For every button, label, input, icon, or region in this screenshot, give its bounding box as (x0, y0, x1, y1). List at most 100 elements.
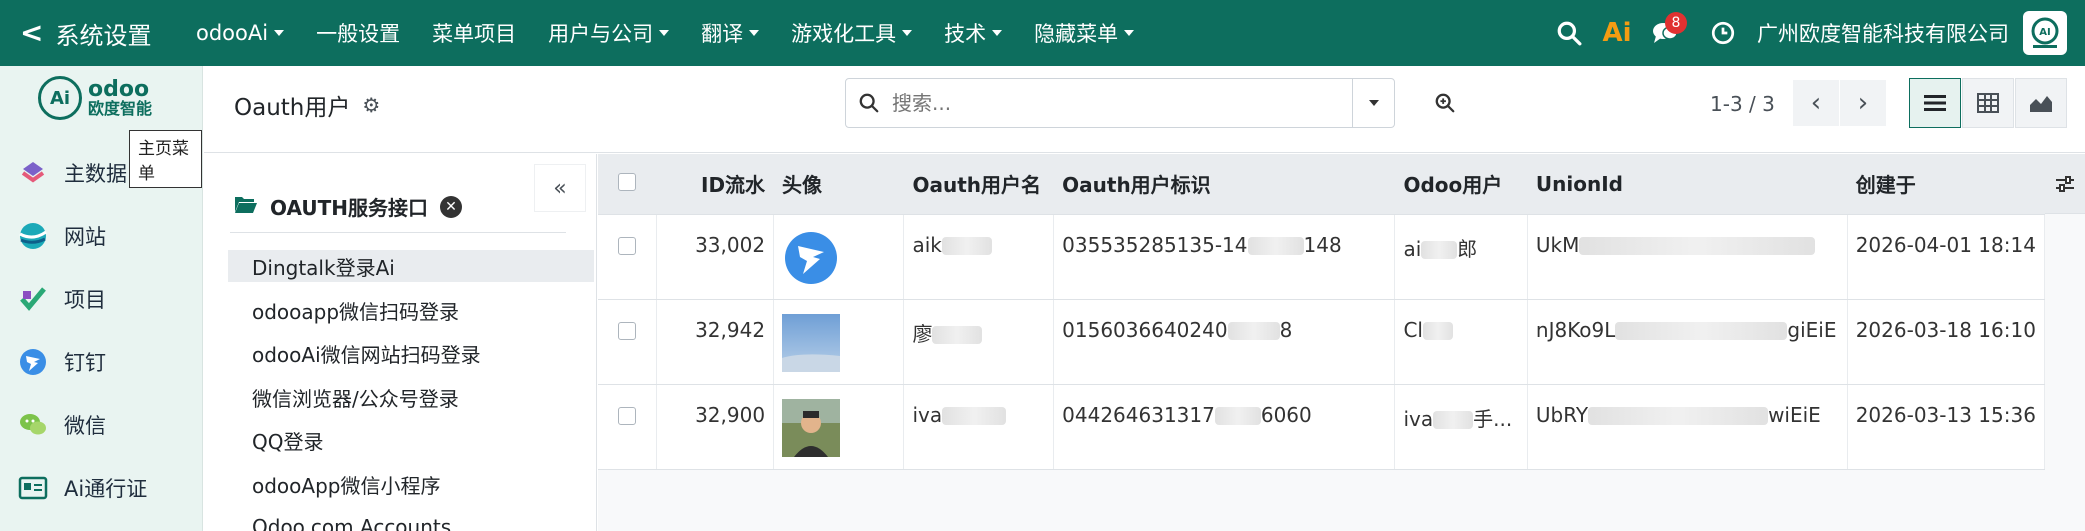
odoo-user-text: ai (1403, 236, 1422, 261)
sky-photo-avatar (782, 313, 841, 372)
select-all-checkbox[interactable] (617, 172, 636, 191)
oauth-name-cell: 廖 (903, 299, 1055, 385)
home-menu-tooltip: 主页菜单 (129, 130, 202, 188)
row-checkbox[interactable] (617, 321, 636, 340)
caret-down-icon (1124, 30, 1135, 36)
column-header-avatar[interactable]: 头像 (773, 154, 905, 215)
search-zoom-button[interactable] (1422, 80, 1468, 126)
search-button[interactable] (1545, 0, 1593, 66)
odoo-user-cell[interactable]: ai 郎 (1394, 214, 1528, 300)
odoo-user-cell[interactable]: Cl (1394, 299, 1528, 385)
filter-item[interactable]: Dingtalk登录Ai (228, 250, 594, 282)
filter-item[interactable]: odooapp微信扫码登录 (228, 294, 594, 326)
column-header-id[interactable]: ID流水 (656, 154, 775, 215)
created-cell: 2026-03-13 15:36 (1847, 384, 2046, 470)
filter-item[interactable]: odooApp微信小程序 (228, 468, 594, 500)
unionid-text: UkM (1535, 232, 1580, 257)
optional-columns-toggle[interactable] (2045, 154, 2085, 214)
filter-item[interactable]: Odoo.com Accounts (228, 511, 594, 531)
oauth-uid-text: 8 (1279, 317, 1293, 342)
sidebar-item-wechat[interactable]: 微信 (18, 410, 106, 440)
menu-menu-items[interactable]: 菜单项目 (416, 0, 532, 66)
menu-users-companies[interactable]: 用户与公司 (532, 0, 685, 66)
redacted-mask (1247, 237, 1304, 255)
message-count-badge: 8 (1665, 12, 1687, 34)
table-row[interactable]: 32,900 iva 044264631317 6060 iva 手... UbRY… (598, 384, 2046, 470)
chevron-right-icon: › (1857, 88, 1869, 118)
row-select-cell[interactable] (598, 299, 657, 385)
caret-down-icon (274, 30, 285, 36)
clear-filter-icon[interactable]: ✕ (439, 195, 462, 218)
filter-item-label: odooApp微信小程序 (252, 473, 441, 498)
column-header-odoo-user[interactable]: Odoo用户 (1394, 154, 1528, 215)
menu-label: 用户与公司 (548, 22, 654, 46)
company-switcher[interactable]: 广州欧度智能科技有限公司 (1747, 18, 2023, 48)
home-logo[interactable]: Ai odoo 欧度智能 (38, 76, 152, 120)
column-header-created[interactable]: 创建于 (1847, 154, 2046, 215)
user-avatar[interactable]: AI (2023, 11, 2067, 55)
menu-hidden[interactable]: 隐藏菜单 (1018, 0, 1150, 66)
row-select-cell[interactable] (598, 384, 657, 470)
dingtalk-icon (18, 347, 48, 377)
filter-item[interactable]: QQ登录 (228, 424, 594, 456)
folder-open-icon (234, 194, 258, 219)
column-header-unionid[interactable]: UnionId (1527, 154, 1848, 215)
menu-label: 一般设置 (316, 22, 401, 46)
menu-odooai[interactable]: odooAi (180, 0, 300, 66)
search-input[interactable] (892, 80, 1352, 126)
messages-button[interactable]: 8 (1641, 0, 1689, 66)
search-icon (1557, 21, 1582, 46)
menu-translations[interactable]: 翻译 (685, 0, 775, 66)
filter-item-label: odooAi微信网站扫码登录 (252, 342, 481, 367)
sidebar-item-ai-pass[interactable]: Ai通行证 (18, 473, 147, 503)
filter-item[interactable]: 微信浏览器/公众号登录 (228, 381, 594, 413)
sidebar-item-website[interactable]: 网站 (18, 221, 106, 251)
row-checkbox[interactable] (617, 236, 636, 255)
pivot-view-button[interactable] (1962, 78, 2014, 128)
table-row[interactable]: 32,942 廖 0156036640240 8 Cl nJ8Ko9L giEiE … (598, 299, 2046, 385)
collapse-panel-button[interactable]: « (534, 164, 586, 212)
list-view: ID流水 头像 Oauth用户名 Oauth用户标识 Odoo用户 UnionI… (598, 154, 2085, 531)
area-chart-icon (2030, 96, 2052, 112)
pager-previous-button[interactable]: ‹ (1793, 80, 1839, 126)
menu-label: 隐藏菜单 (1034, 22, 1119, 46)
row-select-cell[interactable] (598, 214, 657, 300)
row-checkbox[interactable] (617, 406, 636, 425)
sidebar-item-project[interactable]: 项目 (18, 284, 106, 314)
ai-pass-icon (18, 473, 48, 503)
sidebar-item-dingtalk[interactable]: 钉钉 (18, 347, 106, 377)
pager-value[interactable]: 1-3 / 3 (1710, 92, 1775, 116)
redacted-mask (1615, 322, 1788, 340)
ai-button[interactable]: Ai (1593, 0, 1641, 66)
pager-next-button[interactable]: › (1840, 80, 1886, 126)
sidebar-item-label: 微信 (64, 414, 106, 438)
clock-icon (1711, 21, 1735, 45)
filter-item-label: Odoo.com Accounts (252, 515, 452, 531)
odoo-user-cell[interactable]: iva 手... (1394, 384, 1528, 470)
logo-text: odoo (88, 77, 150, 103)
sidebar-item-master-data[interactable]: 主数据 (18, 158, 127, 188)
menu-general-settings[interactable]: 一般设置 (300, 0, 416, 66)
unionid-text: UbRY (1535, 402, 1589, 427)
graph-view-button[interactable] (2015, 78, 2067, 128)
back-to-settings[interactable]: < 系统设置 (0, 0, 180, 66)
menu-gamification[interactable]: 游戏化工具 (775, 0, 928, 66)
id-cell: 33,002 (656, 214, 775, 300)
redacted-mask (941, 237, 992, 255)
avatar-cell (773, 214, 905, 300)
select-all-cell[interactable] (598, 154, 657, 215)
filter-item[interactable]: odooAi微信网站扫码登录 (228, 337, 594, 369)
person-photo-avatar (782, 398, 841, 457)
oauth-name-text: iva (912, 402, 943, 427)
filter-item-label: odooapp微信扫码登录 (252, 299, 460, 324)
list-view-button[interactable] (1909, 78, 1961, 128)
list-icon (1924, 95, 1946, 111)
navbar-systray: Ai 8 广州欧度智能科技有限公司 AI (1545, 0, 2085, 66)
column-header-oauth-uid[interactable]: Oauth用户标识 (1053, 154, 1396, 215)
table-row[interactable]: 33,002 aik 035535285135-14 148 ai 郎 UkM 20… (598, 214, 2046, 300)
activity-button[interactable] (1699, 0, 1747, 66)
gear-icon[interactable]: ⚙ (362, 93, 380, 117)
column-header-oauth-name[interactable]: Oauth用户名 (903, 154, 1055, 215)
menu-technical[interactable]: 技术 (928, 0, 1018, 66)
search-options-toggle[interactable] (1352, 79, 1394, 127)
